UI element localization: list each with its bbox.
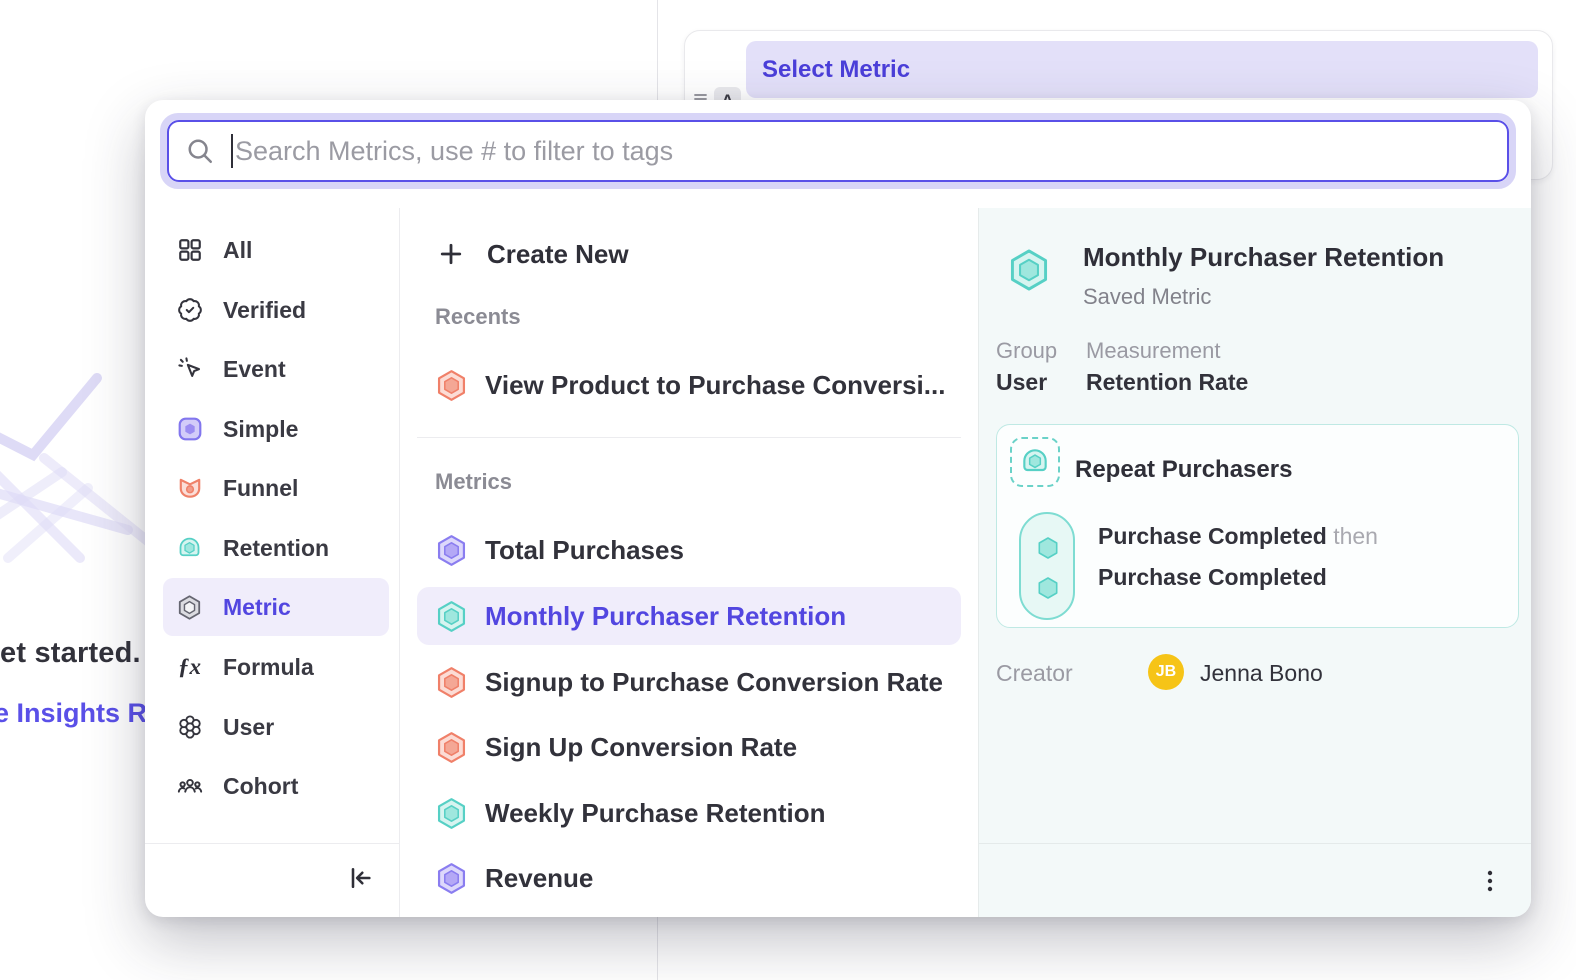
search-icon — [185, 136, 215, 166]
collapse-left-icon — [346, 864, 374, 892]
sidebar-item-all[interactable]: All — [163, 221, 389, 279]
modal-body: All Verified — [145, 208, 1531, 917]
sidebar-item-label: Funnel — [223, 475, 298, 502]
metric-row-label: Sign Up Conversion Rate — [485, 732, 797, 763]
sidebar-item-label: User — [223, 714, 274, 741]
cohort-icon — [176, 773, 203, 800]
funnel-icon — [176, 475, 203, 502]
definition-name: Repeat Purchasers — [1075, 456, 1292, 484]
formula-icon: ƒx — [176, 654, 203, 681]
sidebar-item-funnel[interactable]: Funnel — [163, 459, 389, 517]
sidebar-item-cohort[interactable]: Cohort — [163, 757, 389, 815]
metric-row[interactable]: Total Purchases — [417, 521, 961, 579]
retention-icon — [176, 535, 203, 562]
kebab-menu-icon — [1478, 868, 1502, 894]
metric-icon — [435, 666, 468, 699]
measurement-value: Retention Rate — [1086, 369, 1248, 396]
sidebar-item-formula[interactable]: ƒx Formula — [163, 638, 389, 696]
recent-item-label: View Product to Purchase Conversi... — [485, 370, 945, 401]
metric-row[interactable]: Revenue — [417, 849, 961, 907]
user-cluster-icon — [176, 714, 203, 741]
metric-row-label: Weekly Purchase Retention — [485, 798, 826, 829]
sidebar-item-event[interactable]: Event — [163, 340, 389, 398]
sidebar-item-label: Metric — [223, 594, 291, 621]
sidebar-item-label: Simple — [223, 416, 298, 443]
metric-row-label: Revenue — [485, 863, 593, 894]
step-hexagon-icon — [1035, 575, 1061, 601]
detail-subtitle: Saved Metric — [1083, 284, 1211, 310]
sidebar-item-retention[interactable]: Retention — [163, 519, 389, 577]
group-label: Group — [996, 338, 1057, 364]
metric-picker-modal: Search Metrics, use # to filter to tags … — [145, 100, 1531, 917]
measurement-label: Measurement — [1086, 338, 1221, 364]
more-options-button[interactable] — [1474, 864, 1506, 898]
metric-row[interactable]: Signup to Purchase Conversion Rate — [417, 653, 961, 711]
metrics-heading: Metrics — [435, 469, 512, 495]
sidebar-item-label: Cohort — [223, 773, 298, 800]
sidebar-item-label: Verified — [223, 297, 306, 324]
creator-name: Jenna Bono — [1200, 660, 1323, 687]
metric-list: Create New Recents View Product to Purch… — [400, 208, 978, 917]
select-metric-button[interactable]: Select Metric — [746, 41, 1538, 98]
simple-metric-icon — [176, 416, 203, 443]
metric-row[interactable]: Sign Up Conversion Rate — [417, 718, 961, 776]
sidebar-bottom-divider — [145, 843, 399, 844]
metric-icon — [435, 600, 468, 633]
creator-avatar: JB — [1148, 654, 1184, 690]
metric-icon — [435, 534, 468, 567]
group-value: User — [996, 369, 1047, 396]
filter-sidebar: All Verified — [145, 208, 400, 917]
create-new-label: Create New — [487, 239, 629, 270]
recents-heading: Recents — [435, 304, 521, 330]
step-1-event: Purchase Completed — [1098, 523, 1327, 549]
sidebar-item-user[interactable]: User — [163, 698, 389, 756]
step-hexagon-icon — [1035, 535, 1061, 561]
text-caret — [231, 134, 233, 168]
metric-icon — [435, 862, 468, 895]
detail-title: Monthly Purchaser Retention — [1083, 242, 1444, 273]
metric-row[interactable]: Weekly Purchase Retention — [417, 784, 961, 842]
plus-icon — [437, 240, 465, 268]
sidebar-item-verified[interactable]: Verified — [163, 281, 389, 339]
collapse-sidebar-button[interactable] — [338, 858, 382, 898]
metric-icon — [435, 797, 468, 830]
metric-row-label: Total Purchases — [485, 535, 684, 566]
funnel-metric-icon — [435, 369, 468, 402]
page: et started. e Insights Re A Select Metri… — [0, 0, 1576, 980]
background-insights-link[interactable]: e Insights Re — [0, 698, 162, 729]
metric-row-label: Monthly Purchaser Retention — [485, 601, 846, 632]
metric-detail-panel: Monthly Purchaser Retention Saved Metric… — [978, 208, 1531, 917]
verified-badge-icon — [176, 297, 203, 324]
detail-bottom-divider — [979, 843, 1531, 844]
search-input[interactable]: Search Metrics, use # to filter to tags — [167, 120, 1509, 182]
list-divider — [417, 437, 961, 438]
definition-step-2: Purchase Completed — [1098, 564, 1327, 591]
create-new-button[interactable]: Create New — [417, 226, 961, 282]
funnel-steps-capsule — [1019, 512, 1075, 620]
sidebar-item-label: Event — [223, 356, 286, 383]
step-connector: then — [1333, 523, 1378, 549]
definition-step-1: Purchase Completed then — [1098, 523, 1378, 550]
sidebar-item-label: Formula — [223, 654, 314, 681]
sidebar-item-metric[interactable]: Metric — [163, 578, 389, 636]
cursor-click-icon — [176, 356, 203, 383]
creator-label: Creator — [996, 660, 1073, 687]
metric-row-selected[interactable]: Monthly Purchaser Retention — [417, 587, 961, 645]
repeat-purchasers-icon — [1010, 437, 1060, 487]
metric-row-label: Signup to Purchase Conversion Rate — [485, 667, 943, 698]
metric-icon — [435, 731, 468, 764]
sidebar-item-label: All — [223, 237, 252, 264]
recent-item[interactable]: View Product to Purchase Conversi... — [417, 356, 961, 414]
select-metric-label: Select Metric — [762, 56, 910, 84]
grid-icon — [176, 237, 203, 264]
sidebar-item-label: Retention — [223, 535, 329, 562]
background-heading: et started. — [0, 637, 141, 670]
sidebar-item-simple[interactable]: Simple — [163, 400, 389, 458]
search-placeholder: Search Metrics, use # to filter to tags — [235, 136, 673, 167]
saved-metric-icon — [1007, 248, 1051, 292]
definition-card: Repeat Purchasers Purchase Completed the… — [996, 424, 1519, 628]
search-focus-ring: Search Metrics, use # to filter to tags — [160, 113, 1516, 189]
metric-hexagon-icon — [176, 594, 203, 621]
